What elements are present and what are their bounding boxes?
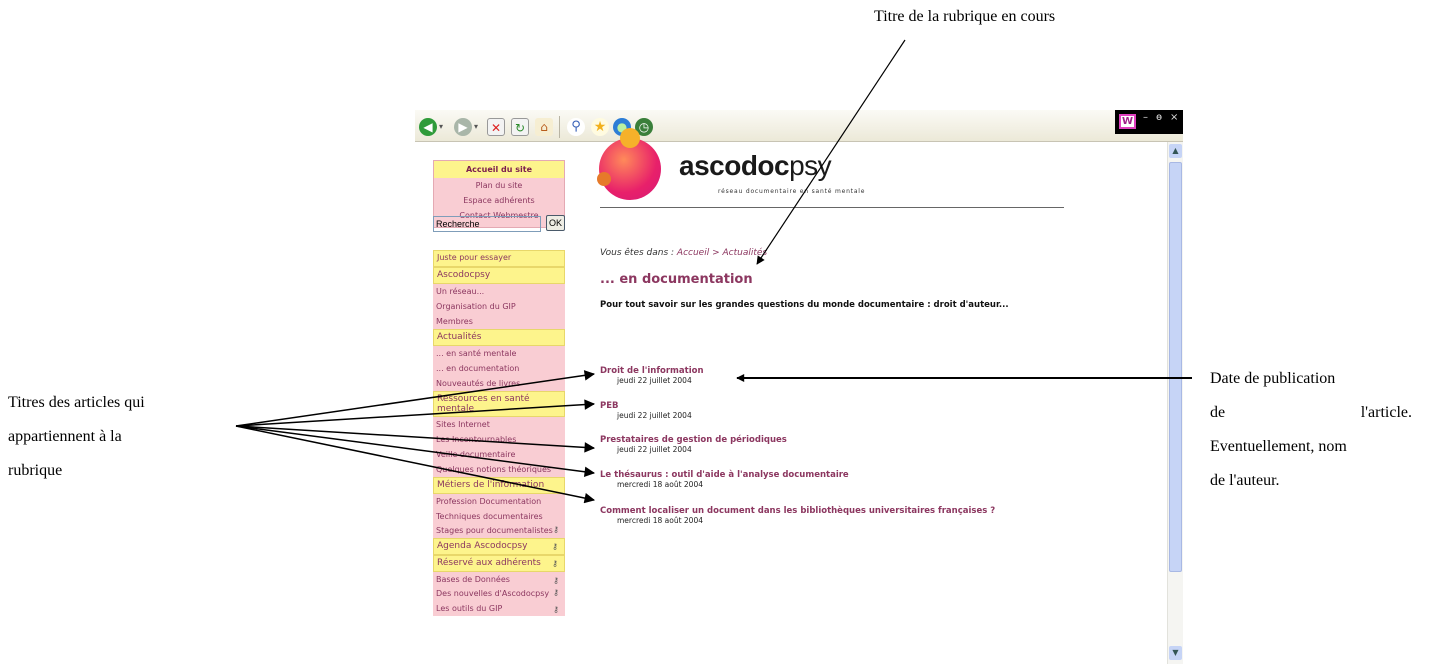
scroll-down-button[interactable]: ▼ (1169, 646, 1182, 660)
annotation-line: Titres des articles qui (8, 394, 145, 411)
breadcrumb-home-link[interactable]: Accueil (677, 248, 709, 258)
nav-item[interactable]: Techniques documentaires (433, 509, 565, 524)
close-button[interactable]: × (1170, 112, 1178, 123)
left-navigation: Juste pour essayer Ascodocpsy Un réseau.… (433, 250, 565, 616)
browser-toolbar: ◀ ▾ ▶ ▾ ✕ ↻ ⌂ ⚲ ★ ● ◷ W – ɵ × (415, 110, 1183, 142)
nav-item[interactable]: Veille documentaire (433, 447, 565, 462)
rubric-description: Pour tout savoir sur les grandes questio… (600, 300, 1009, 310)
nav-item[interactable]: Des nouvelles d'Ascodocpsy ⚷ (433, 587, 565, 601)
key-icon: ⚷ (553, 525, 559, 534)
nav-item[interactable]: Les outils du GIP ⚷ (433, 601, 565, 616)
annotation-line: rubrique (8, 462, 63, 479)
back-icon[interactable]: ◀ (419, 118, 437, 136)
scroll-thumb[interactable] (1169, 162, 1182, 572)
logo-circle-graphic (620, 128, 640, 148)
window-controls: W – ɵ × (1115, 110, 1183, 134)
annotation-line: de l'article. (1210, 404, 1412, 421)
chevron-down-icon[interactable]: ▾ (474, 122, 478, 131)
article-item: Le thésaurus : outil d'aide à l'analyse … (600, 470, 849, 489)
article-item: Comment localiser un document dans les b… (600, 506, 995, 525)
favorites-icon[interactable]: ★ (591, 118, 609, 136)
article-date: mercredi 18 août 2004 (617, 516, 704, 525)
nav-section-reserve[interactable]: Réservé aux adhérents ⚷ (433, 555, 565, 572)
logo-circle-graphic (597, 172, 611, 186)
annotation-publication-date: Date de publication de l'article. Eventu… (1210, 362, 1412, 498)
members-area-link[interactable]: Espace adhérents (434, 193, 564, 208)
article-title-link[interactable]: Le thésaurus : outil d'aide à l'analyse … (600, 470, 849, 480)
nav-section-agenda[interactable]: Agenda Ascodocpsy ⚷ (433, 538, 565, 555)
article-title-link[interactable]: Comment localiser un document dans les b… (600, 506, 995, 516)
article-title-link[interactable]: Droit de l'information (600, 366, 704, 376)
annotation-line: appartiennent à la (8, 428, 122, 445)
nav-just-try[interactable]: Juste pour essayer (433, 250, 565, 267)
nav-section-metiers[interactable]: Métiers de l'information (433, 477, 565, 494)
stop-icon[interactable]: ✕ (487, 118, 505, 136)
nav-section-actualites[interactable]: Actualités (433, 329, 565, 346)
nav-item[interactable]: Profession Documentation (433, 494, 565, 509)
nav-item[interactable]: Nouveautés de livres (433, 376, 565, 391)
app-logo-icon: W (1119, 114, 1136, 129)
article-item: Droit de l'information jeudi 22 juillet … (600, 366, 704, 385)
article-date: mercredi 18 août 2004 (617, 480, 704, 489)
breadcrumb-current-link[interactable]: Actualités (722, 248, 767, 258)
annotation-line: de l'auteur. (1210, 472, 1280, 489)
nav-item[interactable]: Organisation du GIP (433, 299, 565, 314)
page-title: ... en documentation (600, 272, 753, 287)
nav-item[interactable]: Les Incontournables (433, 432, 565, 447)
key-icon: ⚷ (553, 605, 559, 614)
nav-item[interactable]: Bases de Données ⚷ (433, 572, 565, 587)
vertical-scrollbar[interactable]: ▲ ▼ (1167, 142, 1183, 664)
site-logo[interactable]: ascodocpsy (679, 150, 832, 182)
sitemap-link[interactable]: Plan du site (434, 178, 564, 193)
key-icon: ⚷ (553, 588, 559, 597)
scroll-up-button[interactable]: ▲ (1169, 144, 1182, 158)
nav-item[interactable]: Sites Internet (433, 417, 565, 432)
annotation-line: Eventuellement, nom (1210, 438, 1347, 455)
home-link[interactable]: Accueil du site (434, 161, 564, 178)
search-input[interactable]: Recherche (433, 216, 541, 232)
annotation-current-rubric: Titre de la rubrique en cours (874, 8, 1056, 25)
divider (600, 207, 1064, 208)
restore-button[interactable]: ɵ (1156, 112, 1162, 123)
site-tagline: réseau documentaire en santé mentale (718, 188, 866, 195)
annotation-line: Date de publication (1210, 370, 1336, 387)
browser-window: ◀ ▾ ▶ ▾ ✕ ↻ ⌂ ⚲ ★ ● ◷ W – ɵ × ▲ ▼ Accuei… (415, 110, 1183, 664)
forward-icon[interactable]: ▶ (454, 118, 472, 136)
article-date: jeudi 22 juillet 2004 (617, 445, 692, 454)
nav-item[interactable]: Membres (433, 314, 565, 329)
nav-section-ressources[interactable]: Ressources en santé mentale (433, 391, 565, 417)
nav-item[interactable]: Quelques notions théoriques (433, 462, 565, 477)
key-icon: ⚷ (552, 542, 558, 551)
key-icon: ⚷ (553, 576, 559, 585)
article-item: PEB jeudi 22 juillet 2004 (600, 401, 692, 420)
toolbar-separator (559, 116, 560, 138)
article-item: Prestataires de gestion de périodiques j… (600, 435, 787, 454)
nav-item[interactable]: Stages pour documentalistes ⚷ (433, 524, 565, 538)
search-icon[interactable]: ⚲ (567, 118, 585, 136)
article-date: jeudi 22 juillet 2004 (617, 411, 692, 420)
chevron-down-icon[interactable]: ▾ (439, 122, 443, 131)
nav-item[interactable]: ... en documentation (433, 361, 565, 376)
breadcrumb: Vous êtes dans : Accueil > Actualités (600, 248, 768, 258)
refresh-icon[interactable]: ↻ (511, 118, 529, 136)
annotation-article-titles: Titres des articles qui appartiennent à … (8, 386, 218, 488)
minimize-button[interactable]: – (1143, 112, 1148, 123)
nav-item[interactable]: ... en santé mentale (433, 346, 565, 361)
nav-section-ascodocpsy[interactable]: Ascodocpsy (433, 267, 565, 284)
key-icon: ⚷ (552, 559, 558, 568)
search-submit-button[interactable]: OK (546, 215, 565, 231)
home-icon[interactable]: ⌂ (535, 118, 553, 136)
nav-item[interactable]: Un réseau... (433, 284, 565, 299)
article-title-link[interactable]: PEB (600, 401, 692, 411)
article-title-link[interactable]: Prestataires de gestion de périodiques (600, 435, 787, 445)
article-date: jeudi 22 juillet 2004 (617, 376, 692, 385)
